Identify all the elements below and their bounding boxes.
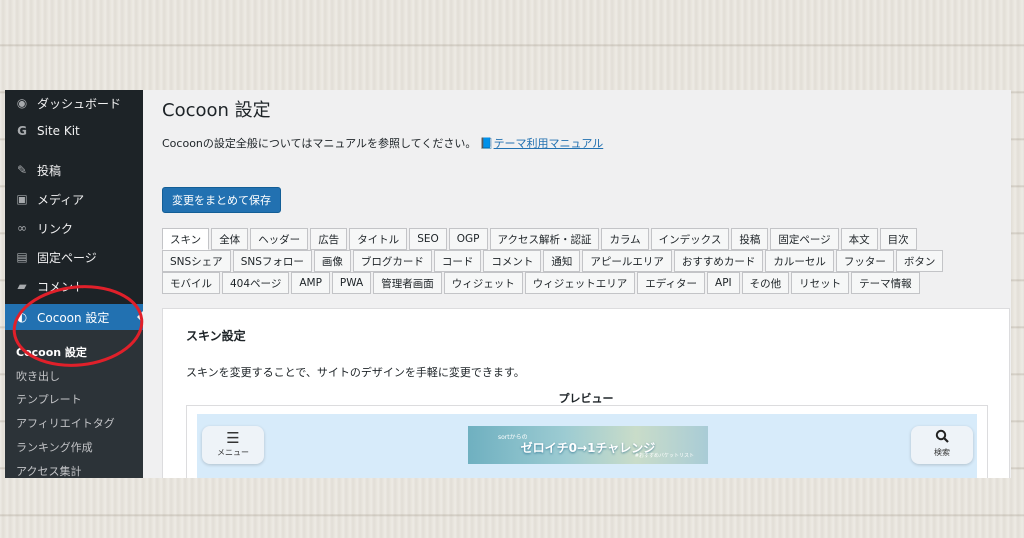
preview-search-button[interactable]: 検索 (911, 426, 973, 464)
manual-link[interactable]: テーマ利用マニュアル (494, 137, 604, 150)
sidebar-item-label: 固定ページ (37, 250, 97, 265)
tab-row2-10[interactable]: フッター (835, 250, 894, 272)
tab-row3-1[interactable]: 404ページ (222, 272, 290, 294)
preview-label: プレビュー (558, 392, 614, 405)
pin-icon: ✎ (16, 163, 28, 177)
tab-row2-6[interactable]: 通知 (543, 250, 581, 272)
tab-row3-3[interactable]: PWA (331, 272, 372, 294)
sidebar-item-posts[interactable]: ✎ 投稿 (5, 157, 143, 183)
tab-row3-2[interactable]: AMP (291, 272, 330, 294)
settings-tabs: スキン 全体 ヘッダー 広告 タイトル SEO OGP アクセス解析・認証 カラム インデックス投… (162, 228, 1011, 294)
sidebar-item-label: コメント (37, 279, 86, 294)
intro-text: Cocoonの設定全般についてはマニュアルを参照してください。 📘テーマ利用マニ… (162, 135, 603, 151)
tab-row1-2[interactable]: ヘッダー (250, 228, 309, 250)
tab-row2-2[interactable]: 画像 (313, 250, 351, 272)
sidebar-item-pages[interactable]: ▤ 固定ページ (5, 244, 143, 270)
admin-sidebar: ◉ ダッシュボード G Site Kit ✎ 投稿 ▣ メディア ∞ リンク ▤… (5, 90, 143, 478)
intro-label: Cocoonの設定全般についてはマニュアルを参照してください。 (162, 137, 477, 150)
tab-row1-1[interactable]: 全体 (211, 228, 249, 250)
tab-row-2: SNSシェア SNSフォロー 画像 ブログカード コード コメント 通知 アピールエリア おすす… (162, 250, 1011, 272)
tab-row1-3[interactable]: 広告 (310, 228, 348, 250)
sidebar-item-site-kit[interactable]: G Site Kit (5, 118, 143, 144)
tab-row1-11[interactable]: 固定ページ (770, 228, 839, 250)
tab-row2-1[interactable]: SNSフォロー (232, 250, 312, 272)
tab-row2-0[interactable]: SNSシェア (162, 250, 231, 272)
tab-row1-9[interactable]: インデックス (650, 228, 730, 250)
preview-menu-label: メニュー (217, 448, 249, 457)
tab-row1-4[interactable]: タイトル (349, 228, 408, 250)
google-g-icon: G (17, 124, 27, 138)
submenu-item-template[interactable]: テンプレート (16, 391, 82, 407)
cocoon-icon: ◐ (16, 310, 28, 324)
sidebar-item-label: リンク (37, 221, 74, 236)
tab-row3-11[interactable]: テーマ情報 (851, 272, 920, 294)
link-icon: ∞ (17, 221, 27, 235)
tab-row1-5[interactable]: SEO (409, 228, 447, 250)
sidebar-item-media[interactable]: ▣ メディア (5, 186, 143, 212)
submenu-item-cocoon-settings[interactable]: Cocoon 設定 (16, 344, 87, 360)
dashboard-icon: ◉ (16, 96, 28, 110)
submenu-item-access-stats[interactable]: アクセス集計 (16, 463, 81, 478)
tab-row2-7[interactable]: アピールエリア (582, 250, 672, 272)
panel-heading: スキン設定 (186, 329, 246, 343)
submenu-item-ranking[interactable]: ランキング作成 (16, 439, 93, 455)
tab-row1-8[interactable]: カラム (601, 228, 649, 250)
skin-settings-panel: スキン設定 スキンを変更することで、サイトのデザインを手軽に変更できます。 プレ… (162, 308, 1010, 478)
submenu-item-affiliate-tag[interactable]: アフィリエイトタグ (16, 415, 115, 431)
tab-row1-13[interactable]: 目次 (879, 228, 917, 250)
sidebar-item-label: メディア (37, 192, 85, 207)
sidebar-item-comments[interactable]: ▰ コメント (5, 273, 143, 299)
preview-search-label: 検索 (934, 448, 950, 457)
tab-row3-4[interactable]: 管理者画面 (373, 272, 442, 294)
tab-row3-5[interactable]: ウィジェット (443, 272, 523, 294)
sidebar-item-label: ダッシュボード (37, 96, 122, 111)
banner-tiny-text: #おすすめバケットリスト (634, 453, 694, 459)
sidebar-item-dashboard[interactable]: ◉ ダッシュボード (5, 90, 143, 116)
tab-row3-10[interactable]: リセット (791, 272, 850, 294)
tab-row-3: モバイル 404ページ AMP PWA 管理者画面 ウィジェット ウィジェットエリア エディタ… (162, 272, 1011, 294)
tab-row1-10[interactable]: 投稿 (731, 228, 769, 250)
book-icon: 📘 (479, 137, 494, 150)
tab-row2-5[interactable]: コメント (483, 250, 542, 272)
tab-row3-0[interactable]: モバイル (162, 272, 220, 294)
tab-row3-6[interactable]: ウィジェットエリア (524, 272, 636, 294)
sidebar-item-label: 投稿 (37, 163, 62, 178)
tab-row2-3[interactable]: ブログカード (352, 250, 432, 272)
tab-row2-8[interactable]: おすすめカード (673, 250, 764, 272)
tab-row3-9[interactable]: その他 (741, 272, 790, 294)
tab-row1-6[interactable]: OGP (448, 228, 488, 250)
page-icon: ▤ (16, 250, 28, 264)
search-icon (911, 429, 973, 447)
panel-description: スキンを変更することで、サイトのデザインを手軽に変更できます。 (186, 366, 525, 379)
preview-banner: sortからの ゼロイチ0→1チャレンジ #おすすめバケットリスト (468, 426, 708, 464)
tab-row2-11[interactable]: ボタン (895, 250, 944, 272)
main-content: Cocoon 設定 Cocoonの設定全般についてはマニュアルを参照してください… (143, 90, 1011, 478)
media-icon: ▣ (16, 192, 28, 206)
preview-header: ☰ メニュー sortからの ゼロイチ0→1チャレンジ #おすすめバケットリスト… (197, 414, 977, 478)
sidebar-item-label: Cocoon 設定 (37, 310, 110, 325)
tab-row1-0[interactable]: スキン (162, 228, 210, 250)
sidebar-item-links[interactable]: ∞ リンク (5, 215, 143, 241)
tab-row1-7[interactable]: アクセス解析・認証 (489, 228, 600, 250)
preview-menu-button[interactable]: ☰ メニュー (202, 426, 264, 464)
cocoon-submenu: Cocoon 設定 吹き出し テンプレート アフィリエイトタグ ランキング作成 … (5, 330, 143, 478)
sidebar-item-label: Site Kit (37, 124, 80, 138)
save-all-button[interactable]: 変更をまとめて保存 (162, 187, 281, 213)
page-title: Cocoon 設定 (162, 100, 271, 121)
wp-admin-window: ◉ ダッシュボード G Site Kit ✎ 投稿 ▣ メディア ∞ リンク ▤… (5, 90, 1011, 478)
tab-row-1: スキン 全体 ヘッダー 広告 タイトル SEO OGP アクセス解析・認証 カラム インデックス投… (162, 228, 1011, 250)
banner-small-text: sortからの (498, 434, 528, 441)
tab-row3-7[interactable]: エディター (637, 272, 706, 294)
sidebar-item-cocoon-settings[interactable]: ◐ Cocoon 設定 (5, 304, 143, 330)
tab-row2-4[interactable]: コード (433, 250, 482, 272)
tab-row1-12[interactable]: 本文 (840, 228, 878, 250)
tab-row3-8[interactable]: API (707, 272, 740, 294)
hamburger-icon: ☰ (226, 429, 240, 447)
submenu-item-speech-balloon[interactable]: 吹き出し (16, 368, 60, 384)
comment-icon: ▰ (17, 279, 27, 293)
tab-row2-9[interactable]: カルーセル (765, 250, 834, 272)
skin-preview: ☰ メニュー sortからの ゼロイチ0→1チャレンジ #おすすめバケットリスト… (186, 405, 988, 478)
